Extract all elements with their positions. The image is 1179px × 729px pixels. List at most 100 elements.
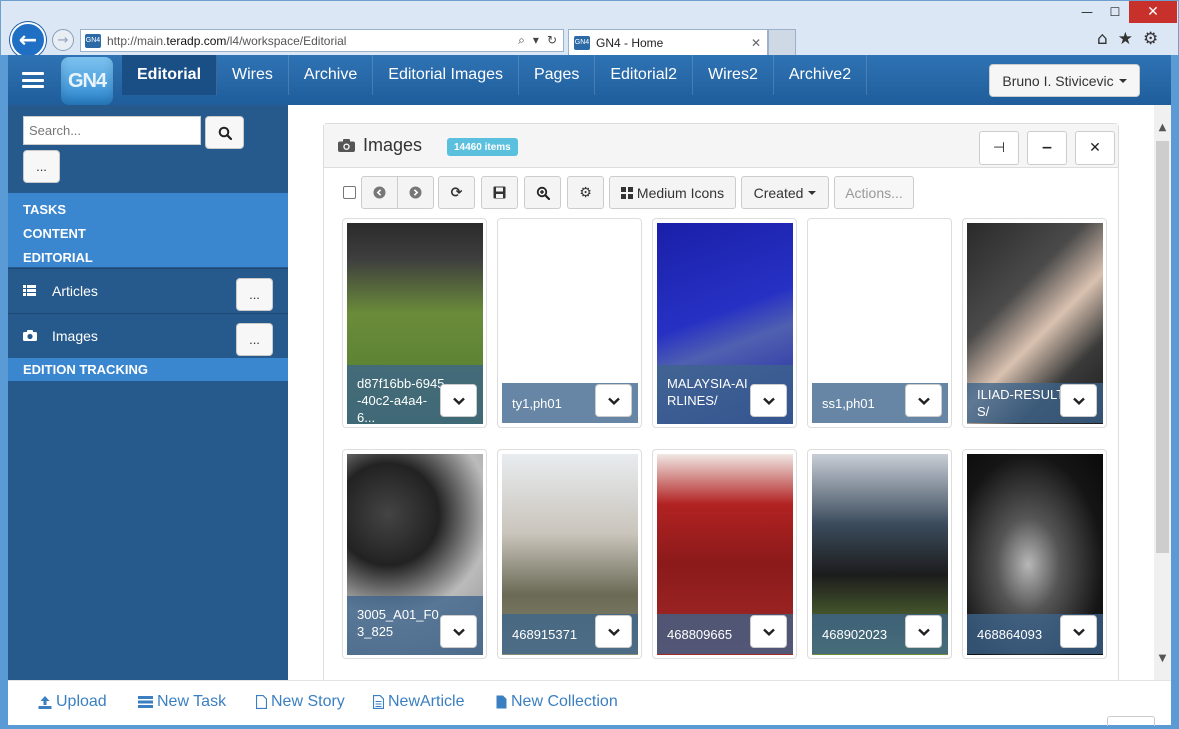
image-menu-button[interactable] bbox=[440, 384, 477, 417]
gn4-logo[interactable]: GN4 bbox=[61, 57, 113, 105]
sidebar-section-edition-tracking[interactable]: EDITION TRACKING bbox=[8, 358, 288, 381]
sidebar-section-content[interactable]: CONTENT bbox=[23, 222, 288, 246]
image-menu-button[interactable] bbox=[595, 384, 632, 417]
file-icon bbox=[256, 695, 267, 709]
nav-archive2[interactable]: Archive2 bbox=[774, 55, 868, 95]
close-window-button[interactable]: ✕ bbox=[1129, 1, 1177, 23]
new-task-link[interactable]: New Task bbox=[138, 693, 226, 711]
scroll-down-icon[interactable]: ▼ bbox=[1154, 650, 1171, 667]
arrow-left-icon: ← bbox=[18, 27, 38, 53]
zoom-in-icon bbox=[536, 186, 550, 200]
tasks-icon bbox=[138, 696, 153, 708]
upload-link[interactable]: Upload bbox=[38, 693, 107, 711]
user-menu-button[interactable]: Bruno I. Stivicevic bbox=[989, 64, 1140, 97]
site-favicon: GN4 bbox=[85, 33, 101, 48]
chevron-left-circle-icon bbox=[373, 186, 386, 199]
image-menu-button[interactable] bbox=[750, 384, 787, 417]
nav-pages[interactable]: Pages bbox=[519, 55, 596, 95]
chevron-down-icon bbox=[1072, 397, 1085, 405]
back-button[interactable]: ← bbox=[10, 22, 46, 58]
image-thumbnail[interactable]: 3005_A01_F03_825 bbox=[342, 449, 487, 659]
hamburger-menu-icon[interactable] bbox=[22, 72, 44, 88]
image-caption-text: 468902023 bbox=[822, 626, 888, 642]
home-icon[interactable]: ⌂ bbox=[1097, 29, 1108, 49]
caret-down-icon bbox=[1118, 78, 1127, 83]
url-domain: teradp.com bbox=[166, 33, 227, 48]
new-tab-button[interactable] bbox=[768, 29, 796, 55]
search-options-button[interactable]: ... bbox=[23, 150, 60, 183]
save-button[interactable] bbox=[481, 176, 518, 209]
nav-editorial-images[interactable]: Editorial Images bbox=[373, 55, 519, 95]
new-story-link[interactable]: New Story bbox=[256, 693, 345, 711]
chevron-down-icon bbox=[452, 628, 465, 636]
settings-button[interactable]: ⚙ bbox=[567, 176, 604, 209]
image-thumbnail[interactable]: 468902023 bbox=[807, 449, 952, 659]
url-text[interactable]: http://main.teradp.com/l4/workspace/Edit… bbox=[107, 34, 518, 48]
image-menu-button[interactable] bbox=[1060, 615, 1097, 648]
pin-button[interactable]: ⊣ bbox=[979, 131, 1019, 165]
address-bar[interactable]: GN4 http://main.teradp.com/l4/workspace/… bbox=[80, 29, 564, 52]
new-collection-link[interactable]: New Collection bbox=[496, 693, 618, 711]
image-thumbnail[interactable]: 468915371 bbox=[497, 449, 642, 659]
chevron-down-icon bbox=[917, 628, 930, 636]
refresh-icon[interactable]: ↻ bbox=[547, 33, 557, 48]
settings-gear-icon[interactable]: ⚙ bbox=[1143, 29, 1158, 49]
caret-down-icon bbox=[808, 190, 817, 195]
favorites-star-icon[interactable]: ★ bbox=[1118, 29, 1133, 49]
image-menu-button[interactable] bbox=[905, 615, 942, 648]
image-thumbnail[interactable]: 468864093 bbox=[962, 449, 1107, 659]
search-icon[interactable]: ⌕ bbox=[518, 33, 525, 48]
minimize-button[interactable]: — bbox=[1073, 1, 1101, 23]
image-thumbnail[interactable]: d87f16bb-6945-40c2-a4a4-6... bbox=[342, 218, 487, 428]
image-thumbnail[interactable]: ty1,ph01 bbox=[497, 218, 642, 428]
sidebar-item-images[interactable]: Images ... bbox=[8, 313, 288, 357]
vertical-scrollbar[interactable]: ▲ ▼ bbox=[1154, 105, 1171, 680]
view-mode-button[interactable]: Medium Icons bbox=[609, 176, 736, 209]
sidebar-section-editorial[interactable]: EDITORIAL bbox=[23, 246, 288, 270]
search-input[interactable] bbox=[23, 116, 201, 145]
image-thumbnail[interactable]: ss1,ph01 bbox=[807, 218, 952, 428]
list-icon bbox=[23, 285, 37, 296]
image-thumbnail[interactable]: MALAYSIA-AIRLINES/ bbox=[652, 218, 797, 428]
view-mode-label: Medium Icons bbox=[636, 184, 725, 201]
actions-button[interactable]: Actions... bbox=[834, 176, 914, 209]
select-all-checkbox[interactable] bbox=[343, 186, 356, 199]
nav-wires2[interactable]: Wires2 bbox=[693, 55, 774, 95]
articles-options-button[interactable]: ... bbox=[236, 278, 273, 311]
image-thumbnail[interactable]: ILIAD-RESULTS/ bbox=[962, 218, 1107, 428]
maximize-button[interactable]: ☐ bbox=[1101, 1, 1129, 23]
previous-button[interactable] bbox=[361, 176, 398, 209]
zoom-button[interactable] bbox=[524, 176, 561, 209]
sidebar-section-tasks[interactable]: TASKS bbox=[23, 198, 288, 222]
nav-wires[interactable]: Wires bbox=[217, 55, 289, 95]
chevron-down-icon bbox=[452, 397, 465, 405]
search-button[interactable] bbox=[205, 116, 244, 149]
floppy-disk-icon bbox=[493, 186, 506, 199]
image-menu-button[interactable] bbox=[440, 615, 477, 648]
sort-dropdown[interactable]: Created bbox=[741, 176, 829, 209]
image-thumbnail[interactable]: 468809665 bbox=[652, 449, 797, 659]
next-button[interactable] bbox=[397, 176, 434, 209]
tab-close-icon[interactable]: ✕ bbox=[751, 36, 761, 50]
image-menu-button[interactable] bbox=[905, 384, 942, 417]
forward-button[interactable]: → bbox=[52, 29, 74, 51]
chevron-down-icon bbox=[607, 628, 620, 636]
images-panel: Images 14460 items ⊣ − ✕ ⟳ ⚙ Medium Icon… bbox=[323, 123, 1119, 693]
sidebar-item-articles[interactable]: Articles ... bbox=[8, 268, 288, 312]
browser-tab[interactable]: GN4 GN4 - Home ✕ bbox=[568, 29, 768, 55]
minimize-panel-button[interactable]: − bbox=[1027, 131, 1067, 165]
image-menu-button[interactable] bbox=[595, 615, 632, 648]
scroll-up-icon[interactable]: ▲ bbox=[1154, 119, 1171, 136]
scrollbar-thumb[interactable] bbox=[1156, 141, 1169, 553]
image-menu-button[interactable] bbox=[1060, 384, 1097, 417]
new-article-link[interactable]: NewArticle bbox=[373, 693, 464, 711]
image-menu-button[interactable] bbox=[750, 615, 787, 648]
images-options-button[interactable]: ... bbox=[236, 323, 273, 356]
refresh-button[interactable]: ⟳ bbox=[438, 176, 475, 209]
nav-editorial[interactable]: Editorial bbox=[122, 55, 218, 95]
dropdown-icon[interactable]: ▾ bbox=[533, 33, 539, 48]
nav-archive[interactable]: Archive bbox=[289, 55, 374, 95]
close-panel-button[interactable]: ✕ bbox=[1075, 131, 1115, 165]
nav-editorial2[interactable]: Editorial2 bbox=[595, 55, 694, 95]
sidebar-item-label: Images bbox=[52, 327, 98, 344]
